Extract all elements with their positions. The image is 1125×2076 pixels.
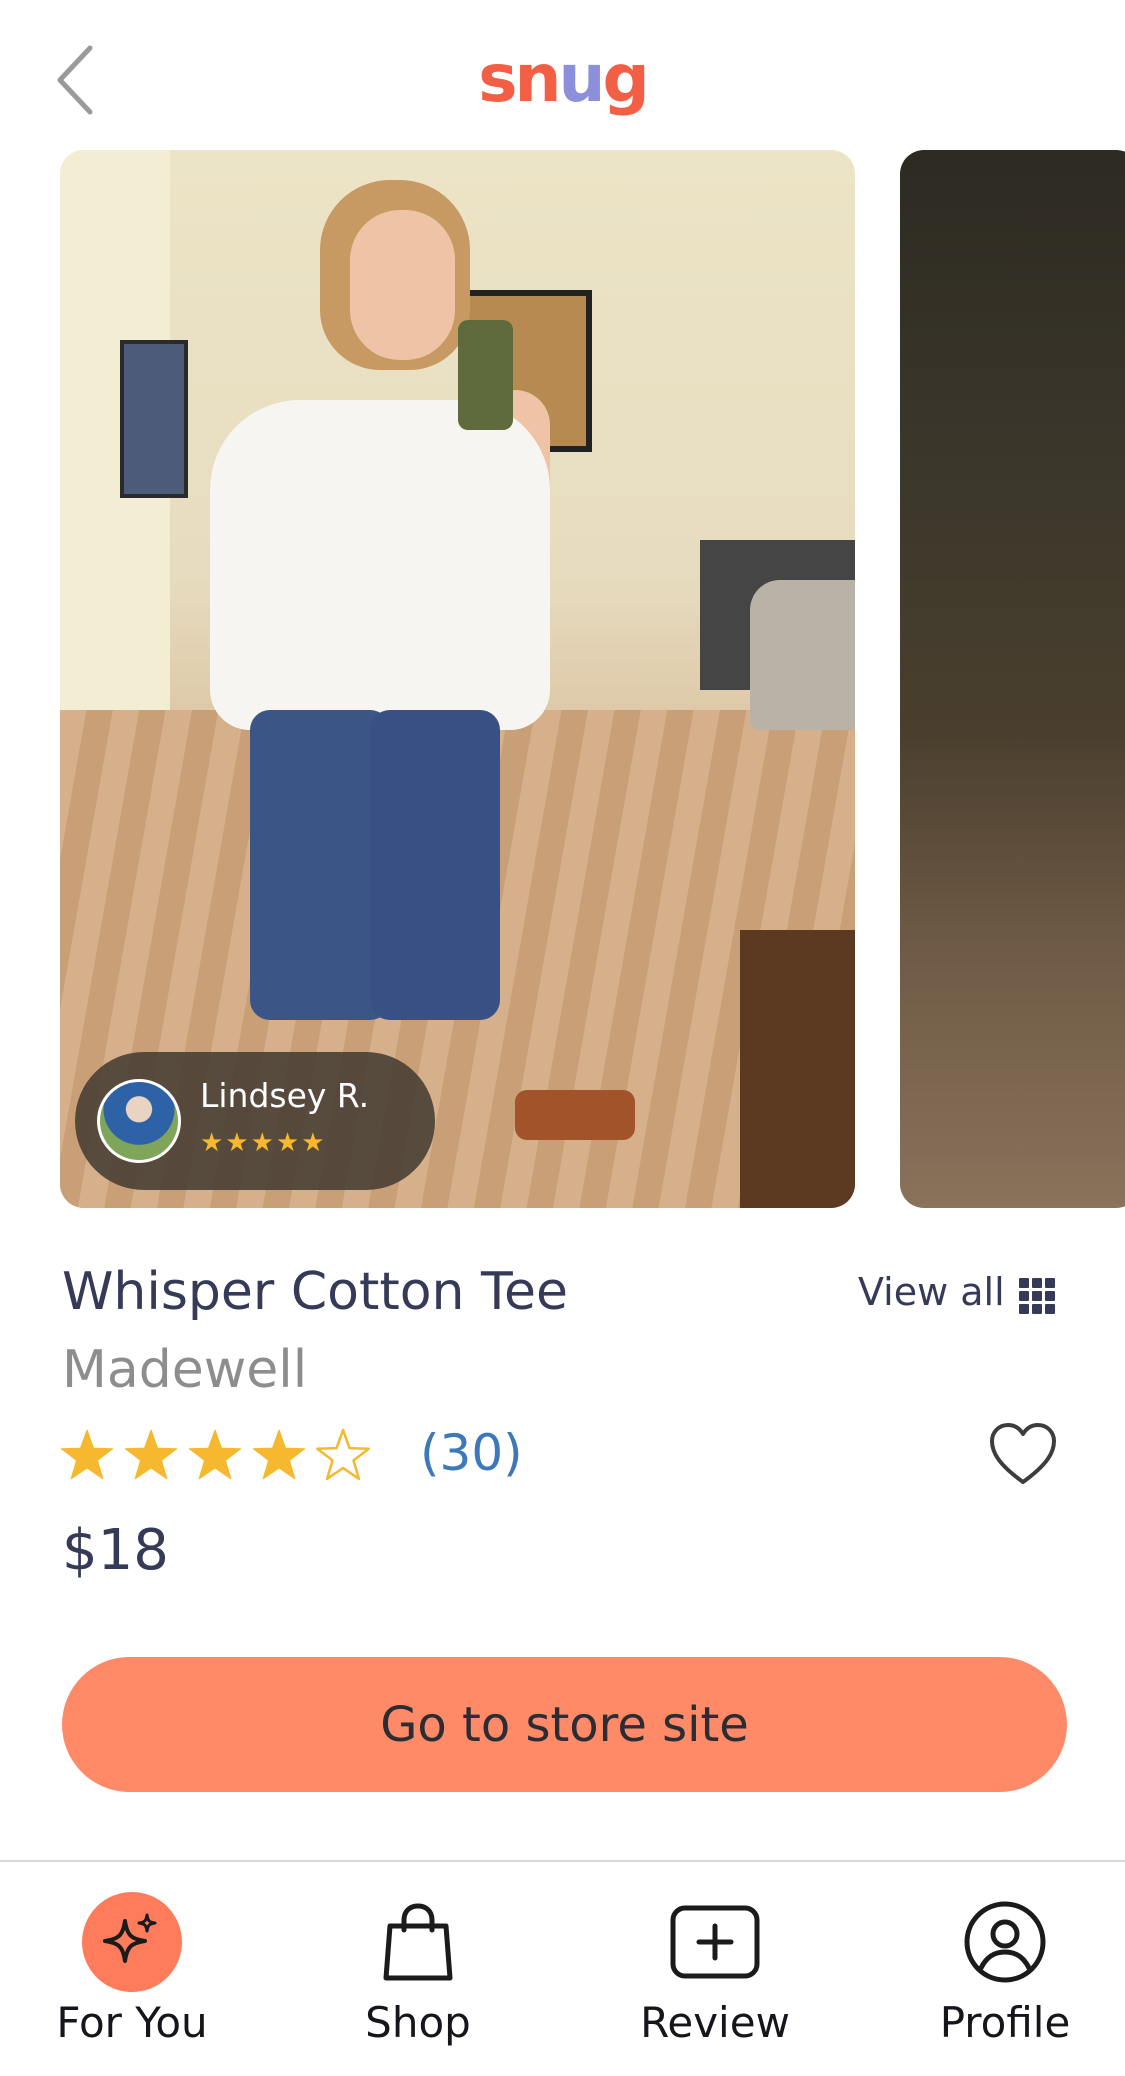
- nav-tab-shop[interactable]: Shop: [298, 1880, 538, 2060]
- reviewer-chip[interactable]: Lindsey R. ★★★★★: [75, 1052, 435, 1190]
- review-photo-main[interactable]: Lindsey R. ★★★★★: [60, 150, 855, 1208]
- star-filled-icon: [124, 1429, 178, 1480]
- review-count-link[interactable]: (30): [420, 1424, 523, 1482]
- review-photo-next[interactable]: [900, 150, 1125, 1208]
- logo-letter: u: [558, 40, 606, 117]
- logo-letter: s: [478, 40, 517, 117]
- app-logo: snug: [478, 40, 650, 117]
- view-all-link[interactable]: View all: [858, 1270, 1005, 1314]
- star-filled-icon: [252, 1429, 306, 1480]
- nav-label-profile: Profile: [939, 1998, 1071, 2047]
- star-filled-icon: [60, 1429, 114, 1480]
- reviewer-stars: ★★★★★: [200, 1128, 327, 1158]
- logo-letter: g: [602, 40, 650, 117]
- wall-frame: [120, 340, 188, 498]
- add-review-icon: [670, 1905, 760, 1979]
- reviewer-name: Lindsey R.: [200, 1076, 370, 1115]
- product-title: Whisper Cotton Tee: [62, 1262, 568, 1322]
- favorite-button[interactable]: [988, 1422, 1058, 1486]
- shopping-bag-icon: [383, 1903, 453, 1981]
- chevron-left-icon: [57, 45, 93, 115]
- logo-letter: n: [514, 40, 562, 117]
- go-to-store-label: Go to store site: [380, 1696, 749, 1753]
- profile-icon: [964, 1901, 1046, 1983]
- product-rating-stars: [60, 1425, 380, 1485]
- view-all-label: View all: [858, 1270, 1005, 1314]
- product-brand[interactable]: Madewell: [62, 1340, 307, 1400]
- product-price: $18: [62, 1518, 169, 1583]
- heart-icon: [990, 1423, 1056, 1484]
- nav-label-for-you: For You: [56, 1998, 208, 2047]
- grid-icon[interactable]: [1019, 1278, 1055, 1314]
- reviewer-avatar: [97, 1079, 181, 1163]
- star-empty-icon: [316, 1428, 370, 1481]
- nav-tab-profile[interactable]: Profile: [885, 1880, 1125, 2060]
- nav-tab-for-you[interactable]: For You: [12, 1880, 252, 2060]
- sparkle-icon: [103, 1913, 157, 1963]
- nav-tab-review[interactable]: Review: [595, 1880, 835, 2060]
- active-tab-indicator: [82, 1892, 182, 1992]
- tee-shirt: [210, 400, 550, 730]
- bottom-nav-divider: [0, 1860, 1125, 1862]
- star-filled-icon: [188, 1429, 242, 1480]
- app-logo-container: snug: [0, 40, 1125, 117]
- nav-label-review: Review: [640, 1998, 790, 2047]
- go-to-store-button[interactable]: Go to store site: [62, 1657, 1067, 1792]
- nav-label-shop: Shop: [365, 1998, 471, 2047]
- back-button[interactable]: [52, 40, 102, 120]
